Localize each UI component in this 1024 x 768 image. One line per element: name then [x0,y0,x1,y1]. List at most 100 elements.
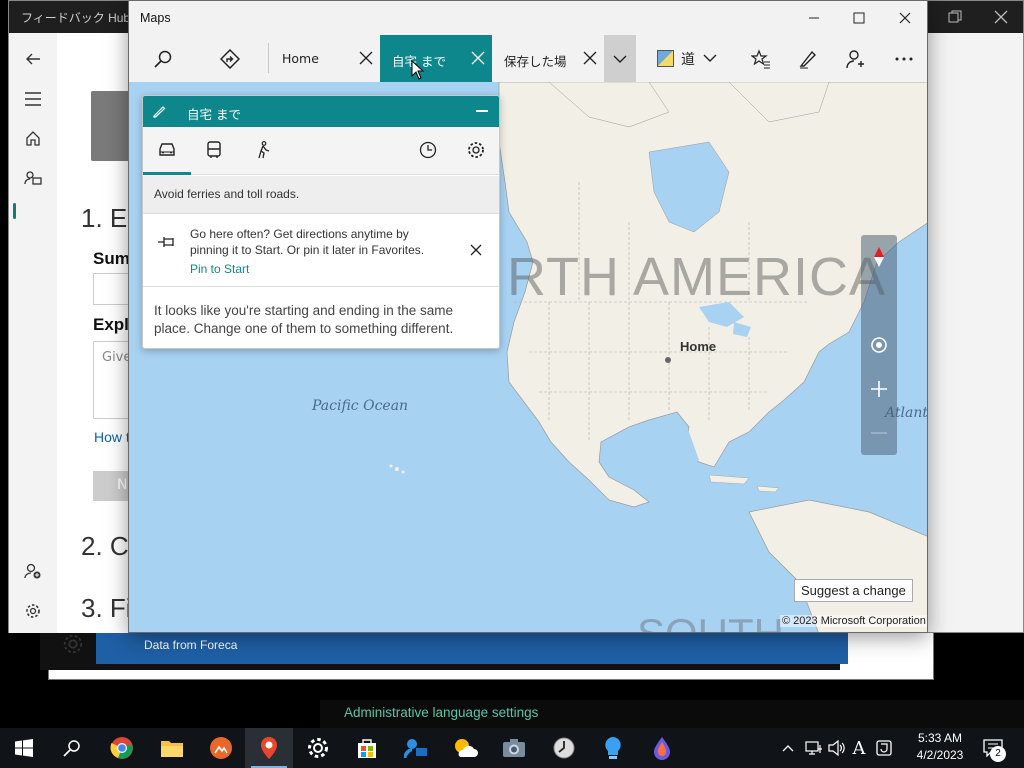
chrome-icon[interactable] [98,728,146,768]
close-button[interactable] [882,7,927,29]
tab-directions-home[interactable]: 自宅 まで [380,35,492,82]
locate-me-icon[interactable] [861,327,897,363]
walk-icon[interactable] [250,137,276,163]
feedback-icon[interactable] [21,166,45,190]
pacific-ocean-label: Pacific Ocean [312,398,409,414]
notification-count-badge: 2 [990,746,1006,762]
weather-footer-bar: Data from Foreca [96,630,848,664]
compass-icon[interactable] [861,239,897,275]
route-options-gear-icon[interactable] [463,137,489,163]
favorites-icon[interactable] [747,45,775,73]
ime-mode-indicator[interactable]: A [848,728,870,768]
network-icon[interactable] [802,728,826,768]
zoom-out-icon[interactable] [861,415,897,451]
maps-window-title: Maps [140,11,171,25]
paint3d-icon[interactable] [638,728,686,768]
taskbar-search-icon[interactable] [48,728,96,768]
start-button[interactable] [0,728,48,768]
south-continent-label: SOUTH [637,610,784,632]
summary-label: Sum [93,249,130,268]
directions-header: 自宅 まで [143,96,499,127]
section-heading-2: 2. C [81,531,129,561]
gear-icon[interactable] [62,633,84,655]
close-tab-icon[interactable] [583,51,597,65]
close-tab-icon[interactable] [359,51,373,65]
edit-pencil-icon[interactable] [152,104,166,118]
clock-date: 4/2/2023 [916,748,964,762]
tab-saved-label: 保存した場所 [504,54,566,69]
directions-icon[interactable] [216,45,244,73]
suggest-change-button[interactable]: Suggest a change [794,579,913,602]
clock-icon[interactable] [415,137,441,163]
avoid-text: Avoid ferries and toll roads. [154,187,300,201]
chevron-up-icon[interactable] [778,728,798,768]
home-icon[interactable] [21,126,45,150]
tab-saved-places[interactable]: 保存した場所 [492,35,604,82]
how-to-link[interactable]: How t [94,429,130,445]
more-icon[interactable] [890,45,918,73]
tips-icon[interactable] [589,728,637,768]
travel-mode-bar [143,127,499,175]
maps-window: Maps Home 自宅 まで 保存した場所 道 [128,0,928,633]
pin-to-start-link[interactable]: Pin to Start [190,262,249,276]
feedback-hub-icon[interactable] [392,728,440,768]
file-explorer-icon[interactable] [148,728,196,768]
section-heading-3: 3. Fi [81,593,132,623]
map-style-label[interactable]: 道 [681,49,695,69]
tab-home[interactable]: Home [270,35,380,82]
continent-label: RTH AMERICA [507,247,887,307]
volume-icon[interactable] [826,728,848,768]
account-icon[interactable] [842,45,870,73]
taskbar: A 5:33 AM 4/2/2023 2 [0,728,1024,768]
minimize-button[interactable] [791,7,837,29]
minimize-panel-icon[interactable] [476,110,488,112]
sway-icon[interactable] [197,728,245,768]
ink-pen-icon[interactable] [794,45,822,73]
weather-icon[interactable] [441,728,489,768]
tab-overflow-button[interactable] [604,35,636,82]
maximize-button[interactable] [836,7,882,29]
clock-time: 5:33 AM [917,731,963,745]
feedback-title: フィードバック Hub [21,11,131,25]
map-controls [861,235,897,455]
camera-icon[interactable] [490,728,538,768]
toolbar-separator [268,43,269,73]
hamburger-icon[interactable] [21,87,45,111]
pin-to-start-tip: Go here often? Get directions anytime by… [143,215,499,287]
close-icon[interactable] [993,9,1009,25]
active-indicator [13,203,16,219]
copyright-text: © 2023 Microsoft Corporation [780,615,927,627]
route-options-row[interactable]: Avoid ferries and toll roads. [143,176,499,214]
maps-taskbar-icon[interactable] [245,728,293,768]
directions-panel: 自宅 まで Avoid ferries and toll roads. Go h… [142,95,500,349]
maps-toolbar: Home 自宅 まで 保存した場所 道 [129,35,927,82]
maps-titlebar: Maps [129,1,927,35]
alarms-clock-icon[interactable] [540,728,588,768]
tab-home-label: Home [282,51,319,66]
settings-icon[interactable] [21,599,45,623]
directions-title: 自宅 まで [187,107,241,122]
language-settings-bar: Administrative language settings [320,700,1024,728]
settings-taskbar-icon[interactable] [294,728,342,768]
explain-placeholder: Give [102,350,132,365]
chevron-down-icon[interactable] [703,51,717,65]
selected-mode-indicator [143,172,191,175]
feedback-sidebar [9,33,57,633]
restore-icon[interactable] [947,9,963,25]
system-clock[interactable]: 5:33 AM 4/2/2023 [908,730,972,764]
search-icon[interactable] [149,45,177,73]
zoom-in-icon[interactable] [861,371,897,407]
home-location-dot[interactable] [665,357,671,363]
store-icon[interactable] [343,728,391,768]
close-icon[interactable] [470,244,482,256]
admin-language-link[interactable]: Administrative language settings [344,705,538,720]
add-user-icon[interactable] [21,559,45,583]
map-style-icon[interactable] [657,50,674,67]
ime-options-icon[interactable] [872,728,896,768]
home-pin-label[interactable]: Home [680,339,716,354]
back-icon[interactable] [21,47,45,71]
car-icon[interactable] [154,137,180,163]
directions-error-message: It looks like you're starting and ending… [154,303,454,336]
close-tab-icon[interactable] [471,51,485,65]
bus-icon[interactable] [201,137,227,163]
